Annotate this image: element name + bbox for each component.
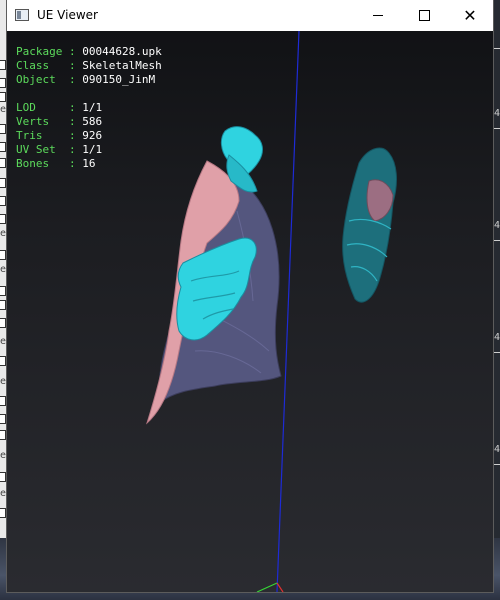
- main-mesh: [145, 126, 282, 425]
- info-separator: :: [69, 73, 76, 86]
- info-separator: :: [69, 129, 76, 142]
- background-checkbox: [0, 142, 6, 152]
- close-button[interactable]: ✕: [447, 0, 493, 31]
- title-bar[interactable]: UE Viewer ✕: [7, 0, 493, 31]
- background-checkbox: [0, 286, 6, 296]
- info-separator: :: [69, 143, 76, 156]
- info-separator: :: [69, 59, 76, 72]
- close-icon: ✕: [463, 6, 477, 25]
- info-row-uvset: UV Set : 1/1: [16, 143, 162, 157]
- info-value-tris: 926: [82, 129, 103, 142]
- background-tick: [494, 48, 500, 49]
- background-checkbox: [0, 78, 6, 88]
- info-value-class: SkeletalMesh: [82, 59, 162, 72]
- world-axis-x: [276, 582, 284, 592]
- info-separator: [62, 45, 69, 58]
- background-glyph: e: [0, 450, 7, 461]
- background-checkbox: [0, 430, 6, 440]
- background-checkbox: [0, 508, 6, 518]
- background-tick-label: 4: [493, 332, 500, 343]
- background-tick-label: 4: [493, 444, 500, 455]
- background-checkbox: [0, 414, 6, 424]
- info-row-object: Object : 090150_JinM: [16, 73, 162, 87]
- background-checkbox: [0, 60, 6, 70]
- background-checkbox: [0, 356, 6, 366]
- background-checkbox: [0, 396, 6, 406]
- info-value-verts: 586: [82, 115, 103, 128]
- world-axis-y: [256, 582, 278, 592]
- background-tick: [494, 128, 500, 129]
- info-row-bones: Bones : 16: [16, 157, 162, 171]
- info-value-bones: 16: [82, 157, 96, 170]
- background-checkbox: [0, 300, 6, 310]
- 3d-viewport[interactable]: Package : 00044628.upk Class : SkeletalM…: [7, 31, 493, 592]
- info-separator: [49, 115, 69, 128]
- distant-mesh-body: [342, 147, 397, 303]
- background-checkbox: [0, 196, 6, 206]
- info-separator: [56, 73, 69, 86]
- maximize-icon: [418, 10, 430, 21]
- info-separator: :: [68, 45, 76, 58]
- info-value-lod: 1/1: [82, 101, 103, 114]
- background-tick-label: 4: [493, 108, 500, 119]
- info-separator: :: [69, 157, 76, 170]
- background-glyph: e: [0, 104, 7, 115]
- info-row-lod: LOD : 1/1: [16, 101, 162, 115]
- app-window-icon: [15, 9, 29, 21]
- background-checkbox: [0, 158, 6, 168]
- info-label: Verts: [16, 115, 50, 128]
- info-label: Bones: [16, 157, 50, 170]
- info-separator: :: [69, 101, 76, 114]
- distant-mesh: [342, 147, 397, 303]
- background-checkbox: [0, 92, 6, 102]
- info-separator: :: [69, 115, 76, 128]
- background-tick: [494, 352, 500, 353]
- background-window-right-edge: 4 4 4 4: [492, 0, 500, 600]
- info-label: Tris: [16, 129, 43, 142]
- background-glyph: e: [0, 376, 7, 387]
- info-separator: [56, 143, 69, 156]
- info-value-object: 090150_JinM: [82, 73, 156, 86]
- info-label: LOD: [16, 101, 36, 114]
- background-checkbox: [0, 124, 6, 134]
- background-tick-label: 4: [493, 220, 500, 231]
- mesh-info-overlay: Package : 00044628.upk Class : SkeletalM…: [16, 45, 162, 171]
- world-axis-z: [276, 31, 300, 592]
- background-checkbox: [0, 250, 6, 260]
- background-glyph: e: [0, 228, 7, 239]
- background-checkbox: [0, 214, 6, 224]
- ue-viewer-window: UE Viewer ✕ Package: 00044628.upk Class…: [7, 0, 493, 592]
- info-row-verts: Verts : 586: [16, 115, 162, 129]
- window-title: UE Viewer: [37, 8, 98, 22]
- info-separator: [49, 157, 69, 170]
- info-separator: [49, 59, 69, 72]
- info-separator: [36, 101, 69, 114]
- background-checkbox: [0, 318, 6, 328]
- background-checkbox: [0, 178, 6, 188]
- background-checkbox: [0, 472, 6, 482]
- background-tick: [494, 240, 500, 241]
- info-label: Package: [16, 45, 63, 58]
- background-tick: [494, 464, 500, 465]
- minimize-button[interactable]: [355, 0, 401, 31]
- info-row-tris: Tris : 926: [16, 129, 162, 143]
- info-row-class: Class : SkeletalMesh: [16, 59, 162, 73]
- info-label: Object: [16, 73, 56, 86]
- info-label: Class: [16, 59, 50, 72]
- info-row-package: Package : 00044628.upk: [16, 45, 162, 59]
- info-label: UV Set: [16, 143, 56, 156]
- info-separator: [43, 129, 70, 142]
- maximize-button[interactable]: [401, 0, 447, 31]
- minimize-icon: [373, 15, 383, 16]
- background-glyph: e: [0, 488, 7, 499]
- info-value-uvset: 1/1: [82, 143, 103, 156]
- info-value-package: 00044628.upk: [82, 45, 162, 58]
- background-glyph: e: [0, 336, 7, 347]
- background-glyph: e: [0, 264, 7, 275]
